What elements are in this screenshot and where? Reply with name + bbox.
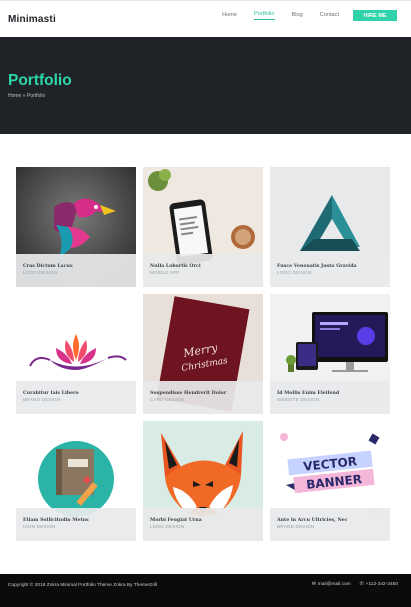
hire-me-button[interactable]: HIRE ME <box>353 10 397 21</box>
item-category: LOGO DESIGN <box>150 524 185 529</box>
nav-home[interactable]: Home <box>222 12 237 20</box>
portfolio-item[interactable]: Nulla Lobortis Orci MOBILE APP <box>143 167 263 287</box>
brand-logo[interactable]: Minimasti <box>8 14 56 25</box>
item-caption: Curabitur Iais Libero BRAND DESIGN <box>16 381 136 414</box>
nav-contact[interactable]: Contact <box>320 12 339 20</box>
item-caption: Nulla Lobortis Orci MOBILE APP <box>143 254 263 287</box>
email-icon: ✉ <box>311 582 316 587</box>
portfolio-item[interactable]: VECTOR BANNER Ante in Arcu Ultricies, Ne… <box>270 421 390 541</box>
nav-blog[interactable]: Blog <box>292 12 303 20</box>
top-navbar: Minimasti Home Portfolio Blog Contact HI… <box>0 0 411 37</box>
item-category: LOGO DESIGN <box>277 270 312 275</box>
nav-portfolio[interactable]: Portfolio <box>253 11 275 20</box>
phone-icon: ✆ <box>359 582 364 587</box>
page-header: Portfolio Home » Portfolio <box>0 37 411 134</box>
portfolio-item[interactable]: Id Mollis Enim Eleifend WEBSITE DESIGN <box>270 294 390 414</box>
footer-phone: +112-342-3450 <box>365 582 398 587</box>
item-category: CARD DESIGN <box>150 397 185 402</box>
item-category: BRAND DESIGN <box>23 397 61 402</box>
item-title: Ante in Arcu Ultricies, Nec <box>277 518 348 523</box>
portfolio-item[interactable]: Cras Dictum Lacus LOGO DESIGN <box>16 167 136 287</box>
item-category: WEBSITE DESIGN <box>277 397 320 402</box>
item-category: BRAND DESIGN <box>277 524 315 529</box>
item-caption: Ante in Arcu Ultricies, Nec BRAND DESIGN <box>270 508 390 541</box>
item-caption: Cras Dictum Lacus LOGO DESIGN <box>16 254 136 287</box>
item-title: Nulla Lobortis Orci <box>150 264 201 269</box>
item-title: Fusce Venenatis Justo Gravida <box>277 264 357 269</box>
main-nav: Home Portfolio Blog Contact HIRE ME <box>205 10 397 21</box>
item-category: MOBILE APP <box>150 270 180 275</box>
item-caption: Id Mollis Enim Eleifend WEBSITE DESIGN <box>270 381 390 414</box>
item-category: ICON DESIGN <box>23 524 56 529</box>
copyright-text: Copyright © 2019 Zokra Minimal Portfolio… <box>8 583 158 588</box>
breadcrumb: Home » Portfolio <box>8 93 46 99</box>
footer-email[interactable]: mail@mail.com <box>318 582 351 587</box>
site-footer: Copyright © 2019 Zokra Minimal Portfolio… <box>0 574 411 607</box>
page-title: Portfolio <box>8 72 72 89</box>
item-category: LOGO DESIGN <box>23 270 58 275</box>
item-title: Curabitur Iais Libero <box>23 391 79 396</box>
item-caption: Fusce Venenatis Justo Gravida LOGO DESIG… <box>270 254 390 287</box>
item-caption: Etiam Sollicitudin Metus ICON DESIGN <box>16 508 136 541</box>
portfolio-item[interactable]: Fusce Venenatis Justo Gravida LOGO DESIG… <box>270 167 390 287</box>
item-caption: Suspendisse Hendrerit Dolor CARD DESIGN <box>143 381 263 414</box>
item-title: Id Mollis Enim Eleifend <box>277 391 340 396</box>
item-title: Suspendisse Hendrerit Dolor <box>150 391 227 396</box>
item-title: Etiam Sollicitudin Metus <box>23 518 89 523</box>
footer-contact: ✉ mail@mail.com ✆ +112-342-3450 <box>303 582 398 587</box>
portfolio-item[interactable]: Etiam Sollicitudin Metus ICON DESIGN <box>16 421 136 541</box>
item-title: Morbi Feugiat Urna <box>150 518 202 523</box>
portfolio-item[interactable]: Merry Christmas Suspendisse Hendrerit Do… <box>143 294 263 414</box>
portfolio-item[interactable]: Morbi Feugiat Urna LOGO DESIGN <box>143 421 263 541</box>
portfolio-item[interactable]: Curabitur Iais Libero BRAND DESIGN <box>16 294 136 414</box>
item-caption: Morbi Feugiat Urna LOGO DESIGN <box>143 508 263 541</box>
item-title: Cras Dictum Lacus <box>23 264 73 269</box>
